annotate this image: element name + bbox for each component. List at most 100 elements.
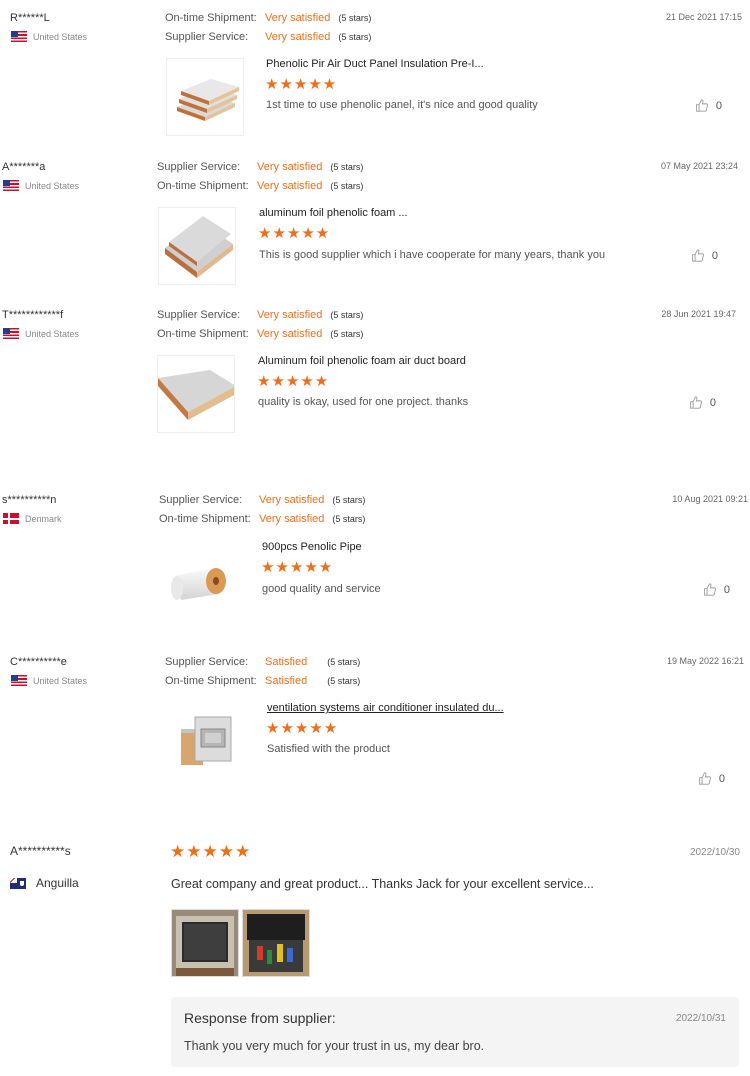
thumbs-up-icon (699, 772, 711, 785)
review-date: 28 Jun 2021 19:47 (661, 309, 736, 319)
us-flag-icon (3, 180, 19, 191)
us-flag-icon (11, 675, 27, 686)
rating-value: Very satisfied (257, 161, 323, 173)
rating-row: On-time Shipment: Satisfied (5 stars) (165, 675, 360, 687)
review-comment: quality is okay, used for one project. t… (258, 396, 469, 408)
product-title-link[interactable]: aluminum foil phenolic foam ... (259, 207, 408, 219)
rating-value: Very satisfied (259, 494, 325, 506)
rating-stars-note: (5 stars) (338, 32, 372, 42)
reviewer-name: s**********n (2, 494, 57, 506)
reviewer-country: United States (3, 180, 79, 191)
rating-label: On-time Shipment: (165, 12, 257, 24)
thumbs-up-icon (696, 99, 708, 112)
country-label: United States (25, 328, 80, 339)
product-title-link[interactable]: Aluminum foil phenolic foam air duct boa… (258, 355, 466, 367)
like-count: 0 (711, 249, 718, 262)
rating-label: Supplier Service: (165, 656, 249, 668)
star-rating: ★★★★★ (170, 842, 252, 861)
rating-stars-note: (5 stars) (332, 514, 366, 524)
rating-value: Very satisfied (257, 309, 323, 321)
rating-stars-note: (5 stars) (338, 13, 372, 23)
rating-row: Supplier Service: Very satisfied (5 stars) (165, 31, 371, 43)
rating-stars-note: (5 stars) (332, 495, 366, 505)
rating-label: Supplier Service: (165, 31, 249, 43)
rating-stars-note: (5 stars) (330, 310, 364, 320)
country-label: United States (33, 675, 88, 686)
country-label: United States (25, 180, 80, 191)
rating-stars-note: (5 stars) (330, 329, 364, 339)
rating-row: Supplier Service: Very satisfied (5 stars) (157, 161, 363, 173)
rating-value: Very satisfied (265, 12, 331, 24)
reviewer-name: A*******a (2, 161, 46, 173)
rating-value: Very satisfied (259, 513, 325, 525)
rating-label: Supplier Service: (157, 161, 241, 173)
like-button[interactable]: 0 (698, 772, 725, 785)
star-rating: ★★★★★ (258, 225, 331, 242)
reviewer-country: United States (11, 31, 87, 42)
star-rating: ★★★★★ (257, 373, 330, 390)
us-flag-icon (3, 328, 19, 339)
product-thumbnail[interactable] (166, 58, 244, 136)
response-text: Thank you very much for your trust in us… (184, 1039, 485, 1053)
rating-label: On-time Shipment: (165, 675, 257, 687)
rating-value: Very satisfied (257, 180, 323, 192)
rating-label: On-time Shipment: (157, 328, 249, 340)
reviewer-name: C**********e (10, 656, 67, 668)
reviewer-country: Anguilla (10, 876, 79, 890)
rating-label: Supplier Service: (157, 309, 241, 321)
rating-value: Satisfied (265, 675, 308, 687)
thumbs-up-icon (690, 396, 702, 409)
reviewer-name: A**********s (10, 844, 71, 858)
like-button[interactable]: 0 (689, 396, 716, 409)
country-label: Anguilla (36, 876, 79, 890)
rating-row: Supplier Service: Satisfied (5 stars) (165, 656, 360, 668)
review-date: 10 Aug 2021 09:21 (672, 494, 748, 504)
rating-row: On-time Shipment: Very satisfied (5 stars) (157, 328, 363, 340)
rating-label: On-time Shipment: (157, 180, 249, 192)
rating-value: Satisfied (265, 656, 308, 668)
denmark-flag-icon (3, 513, 19, 524)
like-button[interactable]: 0 (695, 99, 722, 112)
product-thumbnail[interactable] (158, 207, 236, 285)
response-title: Response from supplier: (184, 1010, 336, 1026)
review-photo[interactable] (171, 909, 239, 977)
product-thumbnail[interactable] (157, 355, 235, 433)
reviewer-country: Denmark (3, 513, 62, 524)
rating-stars-note: (5 stars) (327, 676, 361, 686)
product-title-link[interactable]: 900pcs Penolic Pipe (262, 541, 362, 553)
product-thumbnail[interactable] (160, 541, 238, 619)
review-date: 21 Dec 2021 17:15 (665, 12, 742, 22)
like-count: 0 (709, 396, 716, 409)
product-title-link[interactable]: Phenolic Pir Air Duct Panel Insulation P… (266, 58, 484, 70)
like-button[interactable]: 0 (691, 249, 718, 262)
rating-label: Supplier Service: (159, 494, 243, 506)
review-comment: This is good supplier which i have coope… (259, 249, 606, 261)
rating-stars-note: (5 stars) (330, 162, 364, 172)
reviewer-country: United States (11, 675, 87, 686)
product-thumbnail[interactable] (166, 702, 244, 780)
like-button[interactable]: 0 (703, 583, 730, 596)
star-rating: ★★★★★ (265, 76, 338, 93)
like-count: 0 (723, 583, 730, 596)
review-date: 07 May 2021 23:24 (660, 161, 738, 171)
rating-stars-note: (5 stars) (330, 181, 364, 191)
rating-row: On-time Shipment: Very satisfied (5 stars) (165, 12, 371, 24)
rating-value: Very satisfied (265, 31, 331, 43)
thumbs-up-icon (692, 249, 704, 262)
rating-label: On-time Shipment: (159, 513, 251, 525)
us-flag-icon (11, 31, 27, 42)
rating-stars-note: (5 stars) (327, 657, 361, 667)
like-count: 0 (715, 99, 722, 112)
review-photo[interactable] (242, 909, 310, 977)
response-date: 2022/10/31 (675, 1013, 726, 1024)
rating-row: Supplier Service: Very satisfied (5 stars) (159, 494, 365, 506)
star-rating: ★★★★★ (266, 720, 339, 737)
review-comment: good quality and service (262, 583, 381, 595)
review-date: 19 May 2022 16:21 (666, 656, 744, 666)
review-date: 2022/10/30 (689, 847, 740, 858)
review-comment: Satisfied with the product (267, 743, 390, 755)
reviewer-country: United States (3, 328, 79, 339)
rating-row: Supplier Service: Very satisfied (5 stars) (157, 309, 363, 321)
rating-value: Very satisfied (257, 328, 323, 340)
product-title-link[interactable]: ventilation systems air conditioner insu… (267, 702, 504, 714)
